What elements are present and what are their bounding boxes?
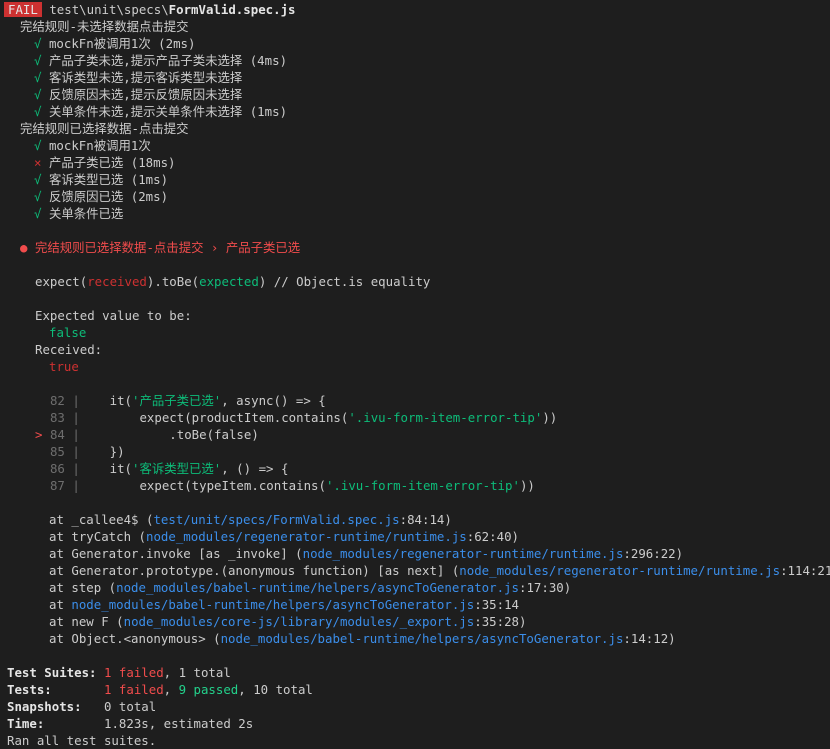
- test-time: (2ms): [150, 36, 196, 51]
- test-result-row: √ 反馈原因未选,提示反馈原因未选择: [34, 86, 242, 103]
- received-label: Received:: [35, 342, 103, 357]
- pass-check-icon: √: [34, 70, 42, 85]
- pass-check-icon: √: [34, 53, 42, 68]
- test-name: 产品子类未选,提示产品子类未选择: [48, 53, 243, 68]
- test-result-row: √ 关单条件已选: [34, 205, 123, 222]
- stack-frame: at _callee4$ (test/unit/specs/FormValid.…: [49, 512, 452, 527]
- received-value: true: [49, 359, 79, 374]
- test-name: 反馈原因已选: [48, 189, 124, 204]
- stack-file-link[interactable]: test/unit/specs/FormValid.spec.js: [153, 512, 399, 527]
- code-frame-line: 82 | it('产品子类已选', async() => {: [49, 393, 326, 408]
- test-name: 关单条件已选: [48, 206, 124, 221]
- suite-title: 完结规则-未选择数据点击提交: [20, 19, 189, 34]
- line-number: 82: [49, 393, 65, 408]
- test-name: 客诉类型已选: [48, 172, 124, 187]
- test-time: (1ms): [123, 172, 169, 187]
- stack-frame: at new F (node_modules/core-js/library/m…: [49, 614, 527, 629]
- code-frame-line: 83 | expect(productItem.contains('.ivu-f…: [49, 410, 558, 425]
- stack-frame: at Generator.invoke [as _invoke] (node_m…: [49, 546, 684, 561]
- stack-frame: at tryCatch (node_modules/regenerator-ru…: [49, 529, 519, 544]
- pass-check-icon: √: [34, 172, 42, 187]
- pass-check-icon: √: [34, 87, 42, 102]
- test-result-row: √ mockFn被调用1次 (2ms): [34, 35, 195, 52]
- summary-footer: Ran all test suites.: [7, 733, 157, 748]
- failure-title: 完结规则已选择数据-点击提交 › 产品子类已选: [34, 240, 301, 255]
- stack-file-link[interactable]: node_modules/babel-runtime/helpers/async…: [221, 631, 624, 646]
- stack-frame: at Object.<anonymous> (node_modules/babe…: [49, 631, 676, 646]
- pass-check-icon: √: [34, 104, 42, 119]
- summary-snapshots: Snapshots: 0 total: [7, 699, 157, 714]
- tests-failed-count: 1 failed: [103, 682, 164, 697]
- result-header: FAIL test\unit\specs\FormValid.spec.js: [0, 1, 296, 18]
- code-frame-line: 85 | }): [49, 444, 125, 459]
- code-frame-line-highlighted: > 84 | .toBe(false): [35, 427, 259, 442]
- expected-word: expected: [199, 274, 259, 289]
- line-number: 84: [49, 427, 65, 442]
- summary-suites: Test Suites: 1 failed, 1 total: [7, 665, 231, 680]
- code-frame-line: 87 | expect(typeItem.contains('.ivu-form…: [49, 478, 535, 493]
- expected-label: Expected value to be:: [35, 308, 192, 323]
- test-result-row: × 产品子类已选 (18ms): [34, 154, 176, 171]
- failure-bullet-icon: ●: [20, 240, 28, 255]
- error-pointer-icon: >: [35, 427, 43, 442]
- test-name: mockFn被调用1次: [48, 36, 151, 51]
- stack-file-link[interactable]: node_modules/babel-runtime/helpers/async…: [71, 597, 474, 612]
- test-result-row: √ 客诉类型已选 (1ms): [34, 171, 168, 188]
- pass-check-icon: √: [34, 138, 42, 153]
- pass-check-icon: √: [34, 189, 42, 204]
- test-time: (1ms): [242, 104, 288, 119]
- test-name: 产品子类已选: [48, 155, 124, 170]
- pass-check-icon: √: [34, 36, 42, 51]
- suites-failed-count: 1 failed: [103, 665, 164, 680]
- stack-file-link[interactable]: node_modules/regenerator-runtime/runtime…: [303, 546, 624, 561]
- line-number: 85: [49, 444, 65, 459]
- test-name: 关单条件未选,提示关单条件未选择: [48, 104, 243, 119]
- failure-heading: ● 完结规则已选择数据-点击提交 › 产品子类已选: [20, 239, 300, 256]
- stack-frame: at Generator.prototype.(anonymous functi…: [49, 563, 830, 578]
- stack-file-link[interactable]: node_modules/regenerator-runtime/runtime…: [146, 529, 467, 544]
- code-frame-line: 86 | it('客诉类型已选', () => {: [49, 461, 289, 476]
- stack-frame: at step (node_modules/babel-runtime/help…: [49, 580, 572, 595]
- summary-tests: Tests: 1 failed, 9 passed, 10 total: [7, 682, 313, 697]
- spec-path: test\unit\specs\: [49, 2, 169, 17]
- fail-cross-icon: ×: [34, 155, 42, 170]
- test-name: 反馈原因未选,提示反馈原因未选择: [48, 87, 243, 102]
- summary-time: Time: 1.823s, estimated 2s: [7, 716, 254, 731]
- stack-file-link[interactable]: node_modules/regenerator-runtime/runtime…: [459, 563, 780, 578]
- test-result-row: √ 反馈原因已选 (2ms): [34, 188, 168, 205]
- test-result-row: √ 产品子类未选,提示产品子类未选择 (4ms): [34, 52, 287, 69]
- line-number: 86: [49, 461, 65, 476]
- fail-badge: FAIL: [4, 2, 42, 17]
- test-time: (18ms): [123, 155, 176, 170]
- received-word: received: [87, 274, 147, 289]
- test-time: (4ms): [242, 53, 288, 68]
- stack-file-link[interactable]: node_modules/core-js/library/modules/_ex…: [124, 614, 475, 629]
- pass-check-icon: √: [34, 206, 42, 221]
- test-result-row: √ 关单条件未选,提示关单条件未选择 (1ms): [34, 103, 287, 120]
- line-number: 87: [49, 478, 65, 493]
- stack-file-link[interactable]: node_modules/babel-runtime/helpers/async…: [116, 580, 519, 595]
- stack-frame: at node_modules/babel-runtime/helpers/as…: [49, 597, 519, 612]
- test-name: mockFn被调用1次: [48, 138, 151, 153]
- expected-value: false: [49, 325, 87, 340]
- spec-file: FormValid.spec.js: [168, 2, 296, 17]
- terminal-output: FAIL test\unit\specs\FormValid.spec.js 完…: [0, 0, 830, 749]
- test-time: (2ms): [123, 189, 169, 204]
- test-result-row: √ 客诉类型未选,提示客诉类型未选择: [34, 69, 242, 86]
- line-number: 83: [49, 410, 65, 425]
- matcher-hint: expect(received).toBe(expected) // Objec…: [35, 274, 431, 289]
- test-result-row: √ mockFn被调用1次: [34, 137, 151, 154]
- tests-passed-count: 9 passed: [178, 682, 239, 697]
- test-name: 客诉类型未选,提示客诉类型未选择: [48, 70, 243, 85]
- suite-title: 完结规则已选择数据-点击提交: [20, 121, 189, 136]
